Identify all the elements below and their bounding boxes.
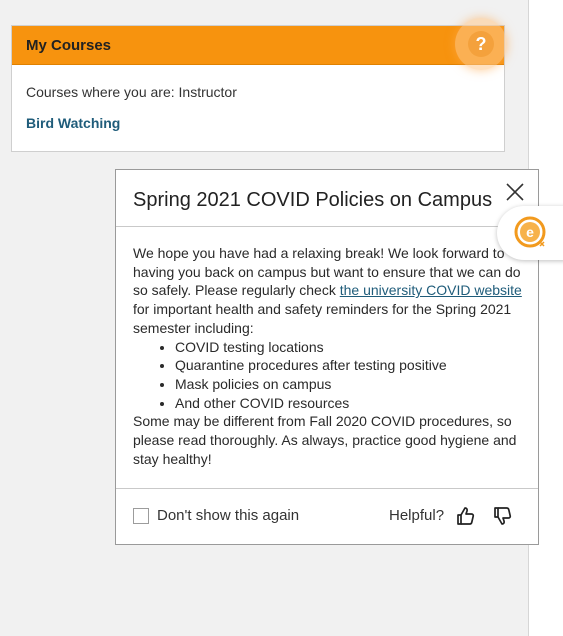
thumbs-down-icon[interactable] xyxy=(492,505,514,527)
popup-body: We hope you have had a relaxing break! W… xyxy=(133,244,523,468)
side-widget-button[interactable]: e xyxy=(497,206,563,260)
popup-closing: Some may be different from Fall 2020 COV… xyxy=(133,413,517,467)
e-badge-icon: e xyxy=(514,216,546,248)
my-courses-title: My Courses xyxy=(26,36,112,54)
covid-website-link[interactable]: the university COVID website xyxy=(340,282,522,298)
courses-role-text: Courses where you are: Instructor xyxy=(26,84,237,100)
course-link-bird-watching[interactable]: Bird Watching xyxy=(26,115,120,131)
dont-show-label: Don't show this again xyxy=(157,507,300,524)
thumbs-up-icon[interactable] xyxy=(455,505,477,527)
popup-intro: We hope you have had a relaxing break! W… xyxy=(133,244,523,338)
list-item: Mask policies on campus xyxy=(175,375,523,394)
my-courses-header: My Courses xyxy=(12,26,504,65)
list-item: Quarantine procedures after testing posi… xyxy=(175,356,523,375)
popup-title: Spring 2021 COVID Policies on Campus xyxy=(133,189,493,211)
svg-text:e: e xyxy=(526,224,534,240)
intro-text-after-link: for important health and safety reminder… xyxy=(133,301,512,336)
close-icon[interactable] xyxy=(502,179,528,205)
helpful-label: Helpful? xyxy=(389,507,445,524)
list-item: COVID testing locations xyxy=(175,338,523,357)
help-button[interactable]: ? xyxy=(455,18,507,70)
list-item: And other COVID resources xyxy=(175,394,523,413)
popup-footer-divider xyxy=(116,488,538,489)
dont-show-checkbox[interactable] xyxy=(133,508,149,524)
announcement-popup: Spring 2021 COVID Policies on Campus We … xyxy=(115,169,539,545)
policy-list: COVID testing locations Quarantine proce… xyxy=(133,338,523,413)
question-icon: ? xyxy=(468,31,494,57)
popup-header-divider xyxy=(116,226,538,227)
my-courses-module: My Courses Courses where you are: Instru… xyxy=(11,25,505,152)
